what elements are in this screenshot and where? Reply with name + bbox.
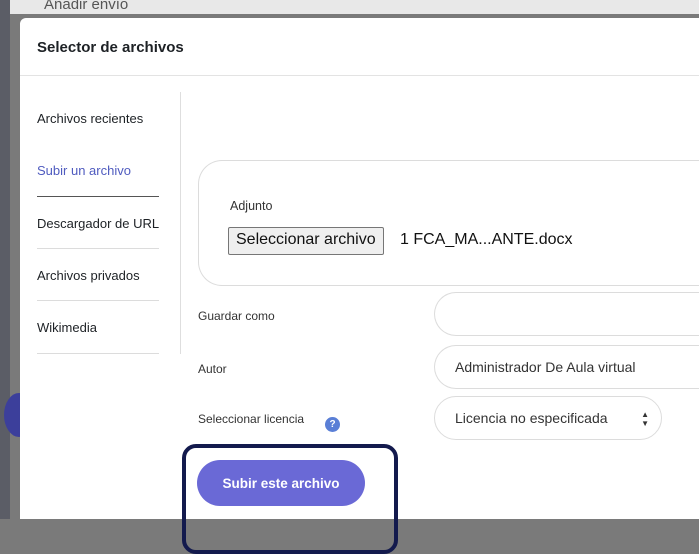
sidebar-divider — [37, 353, 159, 354]
help-icon[interactable]: ? — [325, 417, 340, 432]
license-select[interactable]: Licencia no especificada ▲ ▼ — [434, 396, 662, 440]
page-backdrop-left — [0, 0, 10, 519]
select-arrows-icon: ▲ ▼ — [641, 410, 649, 428]
author-input[interactable]: Administrador De Aula virtual — [434, 345, 699, 389]
author-value: Administrador De Aula virtual — [455, 359, 636, 375]
license-selected-value: Licencia no especificada — [455, 410, 608, 426]
sidebar-item-upload-file[interactable]: Subir un archivo — [37, 163, 131, 178]
sidebar-item-wikimedia[interactable]: Wikimedia — [37, 320, 97, 335]
selected-file-name: 1 FCA_MA...ANTE.docx — [400, 231, 573, 248]
page-backdrop-top: Añadir envío — [10, 0, 699, 14]
license-label: Seleccionar licencia — [198, 412, 305, 426]
background-page-title: Añadir envío — [44, 0, 129, 13]
sidebar-divider — [37, 248, 159, 249]
save-as-label: Guardar como — [198, 309, 275, 323]
sidebar-vertical-divider — [180, 92, 181, 354]
sidebar-item-private-files[interactable]: Archivos privados — [37, 268, 140, 283]
sidebar-item-url-downloader[interactable]: Descargador de URL — [37, 216, 159, 231]
attachment-card — [198, 160, 699, 286]
sidebar-item-recent-files[interactable]: Archivos recientes — [37, 111, 143, 126]
sidebar-divider — [37, 300, 159, 301]
sidebar-divider — [37, 196, 159, 197]
dialog-title: Selector de archivos — [37, 39, 184, 56]
save-as-input[interactable] — [434, 292, 699, 336]
author-label: Autor — [198, 362, 227, 376]
choose-file-button[interactable]: Seleccionar archivo — [228, 227, 384, 255]
upload-this-file-button[interactable]: Subir este archivo — [197, 460, 365, 506]
dialog-header: Selector de archivos — [20, 18, 699, 76]
attachment-label: Adjunto — [230, 199, 273, 213]
